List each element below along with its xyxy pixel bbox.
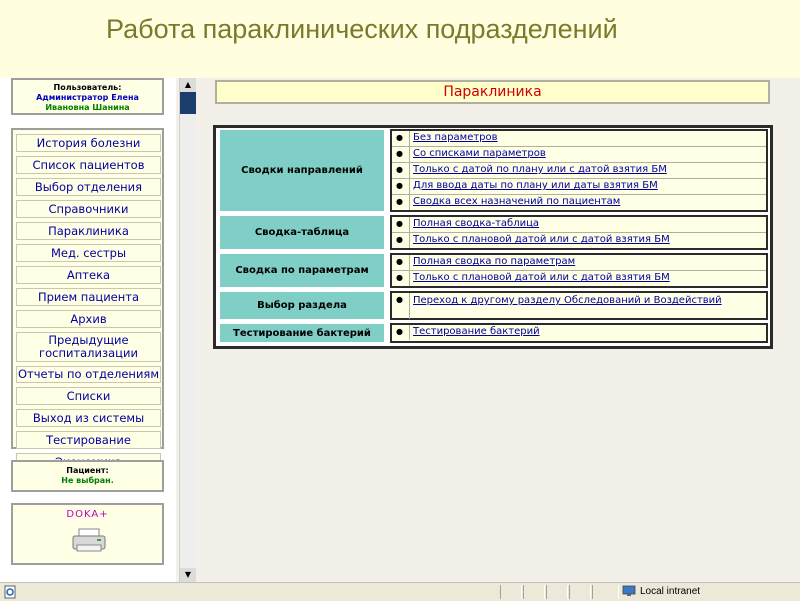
bullet-icon: ●	[396, 165, 403, 174]
slide-title-bar: Работа параклинических подразделений	[0, 0, 800, 78]
left-frame-scrollbar[interactable]: ▲ ▼	[179, 78, 196, 582]
category-cell: Сводка по параметрам	[219, 253, 385, 288]
left-frame: Пользователь: Администратор Елена Иванов…	[0, 78, 176, 582]
bullet-icon: ●	[396, 149, 403, 158]
list-item: ● Только с плановой датой или с датой взя…	[392, 271, 766, 286]
section-header: Параклиника	[215, 80, 770, 104]
report-link[interactable]: Переход к другому разделу Обследований и…	[413, 295, 753, 306]
printer-icon	[72, 528, 106, 552]
slide-title: Работа параклинических подразделений	[106, 14, 618, 44]
menu-item-archive[interactable]: Архив	[16, 310, 161, 328]
bullet-icon: ●	[396, 235, 403, 244]
reports-table: Сводки направлений ● Без параметров ● Со с…	[213, 125, 773, 349]
options-cell: ● Переход к другому разделу Обследований …	[390, 291, 768, 320]
security-zone: Local intranet	[622, 585, 700, 599]
status-cell	[500, 585, 522, 599]
category-cell: Тестирование бактерий	[219, 323, 385, 343]
report-link[interactable]: Сводка всех назначений по пациентам	[413, 195, 620, 209]
menu-item-patient-list[interactable]: Список пациентов	[16, 156, 161, 174]
logo-text: DOKA+	[66, 509, 109, 520]
status-bar: Local intranet	[0, 582, 800, 601]
list-item: ● Со списками параметров	[392, 147, 766, 163]
patient-box: Пациент: Не выбран.	[11, 460, 164, 492]
options-cell: ● Полная сводка по параметрам ● Только с п…	[390, 253, 768, 288]
menu-item-nurses[interactable]: Мед. сестры	[16, 244, 161, 262]
menu-item-lists[interactable]: Списки	[16, 387, 161, 405]
user-label: Пользователь:	[53, 83, 122, 92]
menu-item-testing[interactable]: Тестирование	[16, 431, 161, 449]
report-link[interactable]: Только с датой по плану или с датой взят…	[413, 163, 667, 177]
report-link[interactable]: Тестирование бактерий	[413, 325, 540, 339]
list-item: ● Полная сводка-таблица	[392, 217, 766, 233]
report-link[interactable]: Для ввода даты по плану или даты взятия …	[413, 179, 658, 193]
status-cell	[592, 585, 619, 599]
status-cell	[523, 585, 545, 599]
report-link[interactable]: Без параметров	[413, 131, 498, 145]
category-cell: Выбор раздела	[219, 291, 385, 320]
bullet-icon: ●	[396, 257, 403, 266]
bullet-icon: ●	[396, 197, 403, 206]
menu-item-pharmacy[interactable]: Аптека	[16, 266, 161, 284]
menu-item-patient-reception[interactable]: Прием пациента	[16, 288, 161, 306]
list-item: ● Только с датой по плану или с датой взя…	[392, 163, 766, 179]
status-cell	[546, 585, 568, 599]
logo-box: DOKA+	[11, 503, 164, 565]
status-cell	[569, 585, 591, 599]
list-item: ● Только с плановой датой или с датой взя…	[392, 233, 766, 248]
arrow-down-icon[interactable]: ▼	[180, 568, 196, 582]
report-link[interactable]: Только с плановой датой или с датой взят…	[413, 233, 670, 247]
bullet-icon: ●	[396, 219, 403, 228]
menu-item-history[interactable]: История болезни	[16, 134, 161, 152]
menu-item-department-reports[interactable]: Отчеты по отделениям	[16, 366, 161, 383]
screenshot: Пользователь: Администратор Елена Иванов…	[0, 78, 800, 601]
list-item: ● Сводка всех назначений по пациентам	[392, 195, 766, 210]
patient-value: Не выбран.	[61, 476, 114, 485]
zone-label: Local intranet	[640, 586, 701, 597]
options-cell: ● Без параметров ● Со списками параметров …	[390, 129, 768, 212]
options-cell: ● Тестирование бактерий	[390, 323, 768, 343]
list-item: ● Для ввода даты по плану или даты взятия…	[392, 179, 766, 195]
options-cell: ● Полная сводка-таблица ● Только с планово…	[390, 215, 768, 250]
menu-item-directories[interactable]: Справочники	[16, 200, 161, 218]
menu-item-select-department[interactable]: Выбор отделения	[16, 178, 161, 196]
category-cell: Сводки направлений	[219, 129, 385, 212]
page-icon	[4, 585, 16, 599]
list-item: ● Полная сводка по параметрам	[392, 255, 766, 271]
list-item: ● Без параметров	[392, 131, 766, 147]
arrow-up-icon[interactable]: ▲	[180, 78, 196, 92]
menu-item-paraclinic[interactable]: Параклиника	[16, 222, 161, 240]
user-box: Пользователь: Администратор Елена Иванов…	[11, 78, 164, 115]
report-link[interactable]: Только с плановой датой или с датой взят…	[413, 271, 670, 285]
user-name: Ивановна Шанина	[45, 103, 130, 112]
report-link[interactable]: Полная сводка-таблица	[413, 217, 539, 231]
scrollbar-thumb[interactable]	[180, 92, 196, 114]
user-role: Администратор Елена	[36, 93, 139, 102]
bullet-icon: ●	[396, 295, 403, 304]
content-frame: Параклиника Сводки направлений ● Без пара…	[200, 78, 800, 582]
category-cell: Сводка-таблица	[219, 215, 385, 250]
patient-label: Пациент:	[66, 466, 109, 475]
report-link[interactable]: Полная сводка по параметрам	[413, 255, 575, 269]
bullet-icon: ●	[396, 327, 403, 336]
main-menu: История болезни Список пациентов Выбор о…	[11, 128, 164, 471]
bullet-icon: ●	[396, 133, 403, 142]
report-link[interactable]: Со списками параметров	[413, 147, 546, 161]
bullet-icon: ●	[396, 273, 403, 282]
menu-item-logout[interactable]: Выход из системы	[16, 409, 161, 427]
list-item: ● Тестирование бактерий	[392, 325, 766, 340]
globe-icon	[622, 585, 636, 597]
list-item: ● Переход к другому разделу Обследований …	[392, 293, 766, 319]
menu-item-previous-hospitalizations[interactable]: Предыдущие госпитализации	[16, 332, 161, 362]
bullet-icon: ●	[396, 181, 403, 190]
